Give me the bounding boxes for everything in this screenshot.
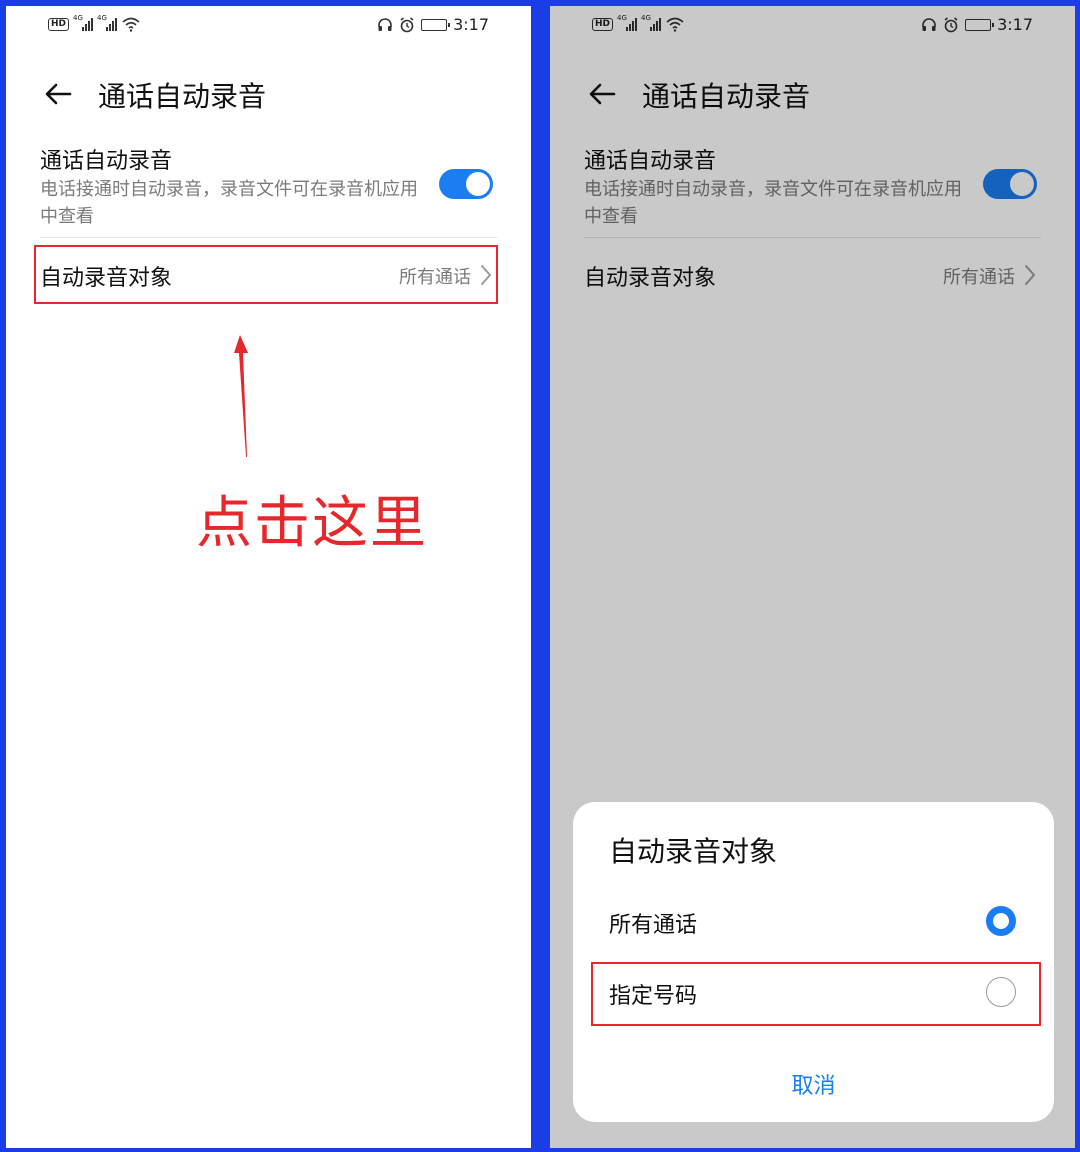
radio-unselected-icon[interactable] [986,977,1016,1007]
signal-icon: 4G [97,14,118,31]
signal-icon: 4G [73,14,94,31]
radio-selected-icon[interactable] [986,906,1016,936]
annotation-arrow-icon [234,335,248,457]
auto-record-title: 通话自动录音 [40,149,173,174]
toggle-knob [466,172,490,196]
page-title: 通话自动录音 [98,80,267,113]
right-screen: HD 4G 4G 3:17 通话自动录音 通话自动录音 电话接通时自动录音，录音… [550,6,1075,1148]
tap-here-annotation: 点击这里 [196,491,428,556]
record-target-row[interactable]: 自动录音对象 所有通话 [40,246,497,304]
battery-icon [421,18,451,31]
option-label: 指定号码 [609,984,698,1009]
option-specific-numbers[interactable]: 指定号码 [593,962,1034,1024]
app-header: 通话自动录音 [6,66,531,122]
chevron-right-icon [481,265,491,285]
option-all-calls[interactable]: 所有通话 [593,891,1034,953]
status-time: 3:17 [453,15,489,34]
wifi-icon [122,17,140,32]
record-target-title: 自动录音对象 [40,266,173,291]
headset-icon [378,17,392,31]
cancel-button[interactable]: 取消 [573,1068,1054,1100]
hd-badge: HD [48,17,70,31]
auto-record-description: 电话接通时自动录音，录音文件可在录音机应用中查看 [40,179,418,227]
option-label: 所有通话 [609,913,698,938]
arrow-left-icon[interactable] [42,78,74,110]
dialog-title: 自动录音对象 [609,835,778,868]
auto-record-setting: 通话自动录音 电话接通时自动录音，录音文件可在录音机应用中查看 [40,138,497,238]
auto-record-toggle[interactable] [439,169,493,199]
record-target-dialog: 自动录音对象 所有通话 指定号码 取消 [573,802,1054,1122]
left-screen: HD 4G 4G 3:17 通话自动录音 通话自动录音 电话接通时自动录音，录音… [6,6,531,1148]
record-target-value: 所有通话 [399,267,471,288]
alarm-icon [400,16,414,32]
status-bar: HD 4G 4G 3:17 [6,6,531,44]
